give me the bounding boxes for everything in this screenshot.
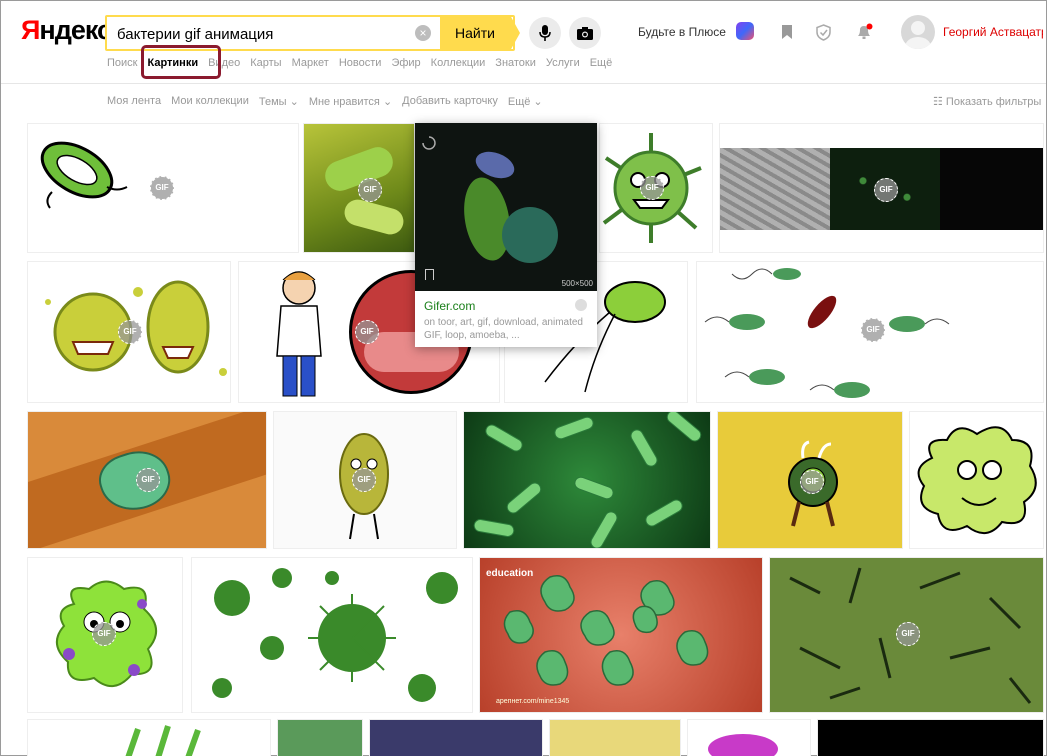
service-news[interactable]: Новости	[339, 57, 382, 69]
preview-image[interactable]: 500×500	[415, 123, 597, 291]
image-result[interactable]	[817, 719, 1044, 756]
subnav-more[interactable]: Ещё ⌄	[508, 95, 543, 108]
collections-icon[interactable]	[778, 23, 796, 41]
microphone-icon	[539, 25, 551, 41]
images-subnav: Моя лента Мои коллекции Темы ⌄ Мне нрави…	[107, 95, 543, 108]
header-divider	[1, 83, 1046, 84]
gif-badge: GIF	[92, 622, 116, 646]
image-result[interactable]	[687, 719, 811, 756]
blob-monster-illustration	[917, 426, 1037, 534]
service-search[interactable]: Поиск	[107, 57, 137, 69]
service-services[interactable]: Услуги	[546, 57, 580, 69]
subnav-add-card[interactable]: Добавить карточку	[402, 95, 498, 108]
preview-description: on toor, art, gif, download, animated GI…	[424, 317, 583, 341]
image-result[interactable]	[463, 411, 711, 549]
pink-germ-shape	[708, 734, 778, 756]
subnav-likes[interactable]: Мне нравится ⌄	[309, 95, 392, 108]
bacterium-illustration	[40, 141, 128, 209]
find-button-arrow	[510, 15, 520, 51]
shield-icon[interactable]	[814, 23, 832, 41]
image-result[interactable]: GIF	[769, 557, 1044, 713]
microscope-dark-panel	[940, 148, 1043, 230]
scientist-illustration	[276, 271, 322, 397]
image-result[interactable]	[549, 719, 681, 756]
service-efir[interactable]: Эфир	[391, 57, 420, 69]
image-result[interactable]: GIF	[696, 261, 1044, 403]
image-result[interactable]: GIF	[27, 261, 231, 403]
amoeba-animation-frame	[422, 136, 558, 263]
image-search-button[interactable]	[569, 17, 601, 49]
image-result[interactable]: GIF	[27, 557, 183, 713]
service-maps[interactable]: Карты	[250, 57, 281, 69]
bookmark-icon[interactable]	[425, 269, 434, 280]
find-button[interactable]: Найти	[440, 15, 510, 51]
gif-badge: GIF	[874, 178, 898, 202]
service-experts[interactable]: Знатоки	[495, 57, 536, 69]
amoeba-cells-illustration	[503, 575, 709, 686]
logo-rest: ндекс	[39, 15, 112, 45]
plus-icon[interactable]	[736, 22, 754, 40]
image-result[interactable]	[277, 719, 363, 756]
subnav-my-collections[interactable]: Мои коллекции	[171, 95, 249, 108]
image-result[interactable]	[369, 719, 543, 756]
preview-image-size: 500×500	[561, 279, 593, 288]
image-result[interactable]: GIF	[27, 411, 267, 549]
notifications-bell-icon[interactable]	[855, 23, 873, 41]
image-result[interactable]	[27, 719, 271, 756]
gif-badge: GIF	[640, 176, 664, 200]
logo-first-letter: Я	[21, 15, 40, 45]
image-result[interactable]: education apeпнет.com/mine1345	[479, 557, 763, 713]
service-market[interactable]: Маркет	[292, 57, 329, 69]
gif-badge: GIF	[861, 318, 885, 342]
show-filters-button[interactable]: ☷ Показать фильтры	[933, 95, 1041, 108]
preview-source-link[interactable]: Gifer.com	[424, 299, 475, 313]
gif-badge: GIF	[352, 468, 376, 492]
image-result[interactable]: GIF	[717, 411, 903, 549]
gif-badge: GIF	[118, 320, 142, 344]
image-result[interactable]: GIF	[599, 123, 713, 253]
service-more[interactable]: Ещё	[590, 57, 613, 69]
camera-icon	[577, 26, 593, 40]
clear-search-button[interactable]: ×	[415, 25, 431, 41]
gif-badge: GIF	[136, 468, 160, 492]
search-input[interactable]	[117, 23, 407, 45]
image-result[interactable]: GIF	[27, 123, 299, 253]
microscope-gray-panel	[720, 148, 830, 230]
bacterium-shape	[341, 196, 407, 238]
germ-illustration-partial	[125, 725, 201, 756]
subnav-topics[interactable]: Темы ⌄	[259, 95, 299, 108]
image-result[interactable]: GIF	[719, 123, 1044, 253]
gif-badge: GIF	[150, 176, 174, 200]
user-name[interactable]: Георгий Аствацатрян	[943, 25, 1043, 39]
gif-badge: GIF	[355, 320, 379, 344]
gif-badge: GIF	[358, 178, 382, 202]
green-viruses-illustration	[212, 568, 458, 702]
more-options-icon[interactable]	[575, 299, 587, 311]
header: Яндекс × Найти Будьте в Плюсе Георгий Ас…	[1, 1, 1046, 81]
gif-badge: GIF	[896, 622, 920, 646]
image-result[interactable]	[191, 557, 473, 713]
yandex-logo[interactable]: Яндекс	[21, 15, 112, 46]
image-hover-preview[interactable]: 500×500 Gifer.com on toor, art, gif, dow…	[415, 123, 597, 347]
voice-search-button[interactable]	[529, 17, 561, 49]
rod-bacteria-3d-illustration	[473, 412, 702, 548]
images-tab-highlight	[141, 45, 221, 79]
plus-promo-link[interactable]: Будьте в Плюсе	[638, 25, 726, 39]
subnav-my-feed[interactable]: Моя лента	[107, 95, 161, 108]
user-avatar[interactable]	[901, 15, 935, 49]
image-result[interactable]: GIF	[303, 123, 415, 253]
image-result[interactable]: GIF	[273, 411, 457, 549]
image-result[interactable]	[909, 411, 1044, 549]
gif-badge: GIF	[800, 470, 824, 494]
service-collections[interactable]: Коллекции	[431, 57, 486, 69]
